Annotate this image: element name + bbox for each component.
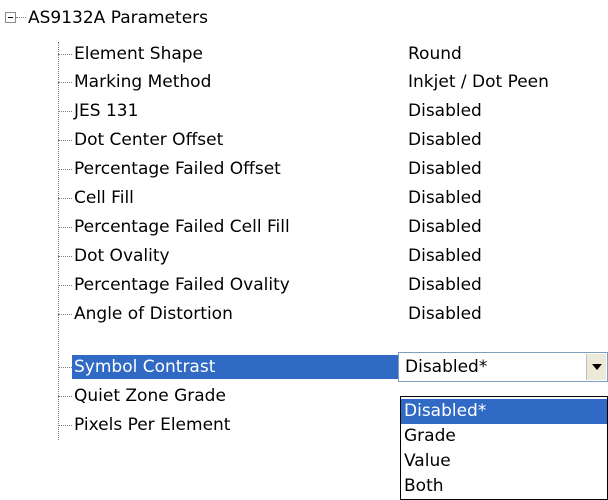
tree-item-label: Dot Center Offset xyxy=(74,130,224,150)
tree-item-value: Disabled xyxy=(408,130,482,150)
tree-branch-line xyxy=(58,140,72,141)
tree-item-percentage-failed-offset[interactable]: Percentage Failed Offset Disabled xyxy=(58,155,608,183)
tree-branch-line xyxy=(58,198,72,199)
dropdown-option-value[interactable]: Value xyxy=(401,449,607,474)
combobox-dropdown-list: Disabled* Grade Value Both xyxy=(400,396,608,500)
tree-branch-line xyxy=(58,169,72,170)
tree-item-dot-ovality[interactable]: Dot Ovality Disabled xyxy=(58,242,608,270)
tree-branch-line xyxy=(58,285,72,286)
tree-item-value: Disabled xyxy=(408,101,482,121)
tree-item-jes-131[interactable]: JES 131 Disabled xyxy=(58,97,608,125)
tree-item-label: Element Shape xyxy=(74,44,204,64)
dropdown-option-disabled[interactable]: Disabled* xyxy=(401,399,607,424)
dropdown-option-grade[interactable]: Grade xyxy=(401,424,607,449)
root-connector-line xyxy=(16,17,26,18)
tree-item-percentage-failed-cell-fill[interactable]: Percentage Failed Cell Fill Disabled xyxy=(58,213,608,241)
tree-item-label: JES 131 xyxy=(74,101,139,121)
tree-branch-line xyxy=(58,256,72,257)
tree-item-label: Cell Fill xyxy=(74,188,134,208)
tree-item-value: Round xyxy=(408,44,462,64)
tree-item-value: Disabled xyxy=(408,304,482,324)
tree-item-value: Disabled xyxy=(408,159,482,179)
parameters-tree: AS9132A Parameters Element Shape Round M… xyxy=(0,0,608,500)
tree-branch-line xyxy=(58,367,72,368)
tree-item-marking-method[interactable]: Marking Method Inkjet / Dot Peen xyxy=(58,68,608,96)
tree-branch-line xyxy=(58,227,72,228)
tree-item-label: Percentage Failed Ovality xyxy=(74,275,290,295)
tree-branch-line xyxy=(58,82,72,83)
tree-branch-line xyxy=(58,425,72,426)
tree-item-label: Percentage Failed Cell Fill xyxy=(74,217,290,237)
tree-branch-line xyxy=(58,111,72,112)
tree-item-value: Disabled xyxy=(408,246,482,266)
combobox-value: Disabled* xyxy=(405,357,488,377)
tree-branch-line xyxy=(58,396,72,397)
tree-item-angle-of-distortion[interactable]: Angle of Distortion Disabled xyxy=(58,300,608,328)
tree-branch-line xyxy=(58,54,72,55)
tree-root-label[interactable]: AS9132A Parameters xyxy=(28,7,208,29)
tree-item-cell-fill[interactable]: Cell Fill Disabled xyxy=(58,184,608,212)
tree-branch-line xyxy=(58,314,72,315)
tree-item-label: Symbol Contrast xyxy=(72,355,404,379)
tree-item-label: Quiet Zone Grade xyxy=(74,386,226,406)
tree-item-value: Disabled xyxy=(408,188,482,208)
tree-item-label: Angle of Distortion xyxy=(74,304,233,324)
tree-item-percentage-failed-ovality[interactable]: Percentage Failed Ovality Disabled xyxy=(58,271,608,299)
tree-item-element-shape[interactable]: Element Shape Round xyxy=(58,40,608,68)
tree-item-value: Disabled xyxy=(408,275,482,295)
tree-item-label: Dot Ovality xyxy=(74,246,170,266)
tree-item-label: Pixels Per Element xyxy=(74,415,231,435)
tree-item-value: Disabled xyxy=(408,217,482,237)
tree-item-label: Marking Method xyxy=(74,72,212,92)
symbol-contrast-combobox[interactable]: Disabled* xyxy=(398,352,608,382)
dropdown-option-both[interactable]: Both xyxy=(401,474,607,499)
dropdown-arrow-icon[interactable] xyxy=(586,354,606,380)
tree-item-dot-center-offset[interactable]: Dot Center Offset Disabled xyxy=(58,126,608,154)
tree-item-value: Inkjet / Dot Peen xyxy=(408,72,549,92)
collapse-minus-icon[interactable] xyxy=(5,12,16,23)
tree-item-label: Percentage Failed Offset xyxy=(74,159,281,179)
